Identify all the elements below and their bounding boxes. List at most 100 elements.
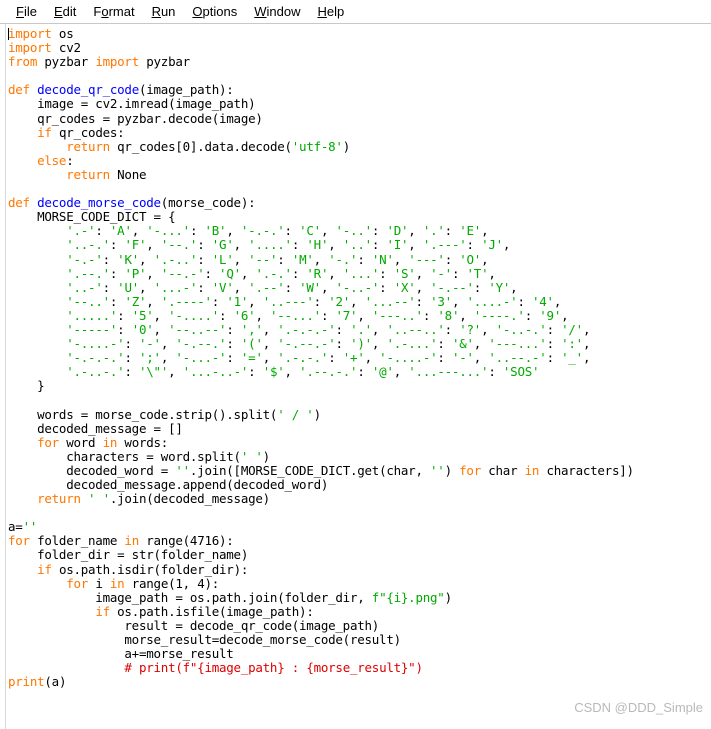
code-token-plain: , [146, 293, 161, 309]
code-token-plain: ) [262, 448, 271, 464]
code-token-str: '...--' [364, 293, 416, 309]
menu-item-run[interactable]: Run [144, 3, 185, 21]
code-token-plain: , [582, 350, 591, 366]
code-token-plain: : [335, 321, 351, 337]
code-token-str: '.-.-.' [277, 350, 329, 366]
code-token-plain: characters = word.split( [8, 448, 241, 464]
code-token-str: ':' [561, 336, 583, 352]
code-line: else: [8, 152, 711, 168]
code-line: '.--.': 'P', '--.-': 'Q', '.-.': 'R', '.… [8, 265, 711, 281]
code-line: '--..': 'Z', '.----': '1', '..---': '2',… [8, 293, 711, 309]
code-token-str: '-.-.' [240, 223, 285, 239]
code-token-str: '2' [328, 293, 351, 309]
code-token-plain: , [153, 307, 169, 323]
code-token-str: 'C' [299, 223, 321, 239]
code-token-str: 'X' [393, 279, 416, 295]
code-token-str: '.-.-.-' [277, 321, 336, 337]
menu-item-options[interactable]: Options [184, 3, 246, 21]
code-token-plain: , [371, 336, 387, 352]
code-token-kw: for [37, 434, 59, 450]
code-line: a+=morse_result [8, 647, 711, 661]
code-token-plain: : [451, 265, 467, 281]
code-token-plain: os [51, 26, 74, 41]
menu-item-format[interactable]: Format [85, 3, 143, 21]
menu-item-edit[interactable]: Edit [46, 3, 85, 21]
code-token-str: '...-..-' [182, 364, 249, 380]
code-token-str: '--..--' [168, 321, 227, 337]
code-token-plain: , [350, 293, 365, 309]
code-token-plain: : [291, 237, 307, 253]
code-token-str: '.--' [248, 279, 285, 295]
code-token-str: '.--.' [66, 265, 110, 281]
code-token-plain: decoded_message = [] [8, 420, 183, 436]
menu-item-help[interactable]: Help [310, 3, 354, 21]
code-token-str: '---' [408, 251, 445, 267]
code-token-plain: : [313, 293, 329, 309]
code-token-str: '....' [248, 237, 292, 253]
code-line: from pyzbar import pyzbar [8, 55, 711, 69]
code-token-plain: , [139, 251, 154, 267]
code-token-plain: : [211, 293, 227, 309]
code-token-plain: } [8, 378, 45, 394]
code-editor-area[interactable]: import os import cv2 from pyzbar import py… [0, 24, 711, 729]
code-token-str: '\"' [139, 364, 169, 380]
code-token-plain: : [277, 251, 292, 267]
code-token-str: '..' [342, 237, 372, 253]
code-token-plain: , [328, 237, 343, 253]
code-token-str: '---...' [488, 336, 547, 352]
code-token-kw: import [8, 26, 52, 41]
code-line: if qr_codes: [8, 125, 711, 140]
code-token-plain: image = cv2.imread(image_path) [8, 96, 256, 112]
code-token-plain: : [320, 307, 336, 323]
code-token-plain: : [473, 279, 489, 295]
menu-item-file[interactable]: File [8, 3, 46, 21]
code-token-str: '--...' [270, 307, 321, 323]
code-token-str: '' [175, 462, 190, 478]
code-token-plain: characters]) [539, 462, 634, 478]
code-line: a='' [8, 520, 711, 534]
menu-item-window[interactable]: Window [246, 3, 309, 21]
code-token-str: '..---' [262, 293, 314, 309]
code-token-str: '.---' [422, 237, 467, 253]
code-token-plain: , [262, 336, 278, 352]
code-token-plain: range(4716): [138, 533, 234, 549]
source-code[interactable]: import os import cv2 from pyzbar import py… [8, 26, 711, 689]
code-token-plain: , [320, 223, 336, 239]
code-token-kw: if [37, 561, 52, 577]
code-token-plain: , [146, 265, 161, 281]
code-token-plain: : [335, 336, 351, 352]
code-token-kw: in [124, 533, 139, 549]
code-token-str: 'SOS' [502, 364, 540, 380]
code-token-plain: words = morse_code.strip().split( [8, 406, 278, 422]
code-token-str: '-..' [335, 223, 373, 239]
code-token-plain: image_path = os.path.join(folder_dir, [8, 589, 372, 605]
code-token-str: 'V' [211, 279, 234, 295]
code-token-str: '.----' [160, 293, 212, 309]
code-line: if os.path.isdir(folder_dir): [8, 561, 711, 577]
code-token-str: '-....-' [379, 350, 438, 366]
code-token-plain: : [546, 350, 562, 366]
code-token-str: 'K' [117, 251, 139, 267]
code-token-str: '0' [131, 321, 154, 337]
code-token-plain: os.path.isfile(image_path): [109, 603, 314, 619]
code-token-str: '...-' [153, 279, 198, 295]
code-token-str: '-..-' [335, 279, 380, 295]
code-token-plain: : [109, 265, 125, 281]
code-token-str: '-....-' [66, 336, 125, 352]
code-token-str: '8' [437, 307, 460, 323]
code-token-plain: , [226, 223, 241, 239]
code-token-plain: , [582, 321, 591, 337]
code-token-kw: else [37, 152, 67, 168]
code-token-str: 'L' [211, 251, 234, 267]
code-token-str: '-' [451, 350, 474, 366]
code-token-plain: a+=morse_result [8, 646, 234, 662]
code-line: decoded_word = ''.join([MORSE_CODE_DICT.… [8, 462, 711, 478]
code-token-str: '-.-' [66, 251, 103, 267]
code-token-str: 'F' [124, 237, 147, 253]
code-token-str: '-.--.-' [277, 336, 336, 352]
